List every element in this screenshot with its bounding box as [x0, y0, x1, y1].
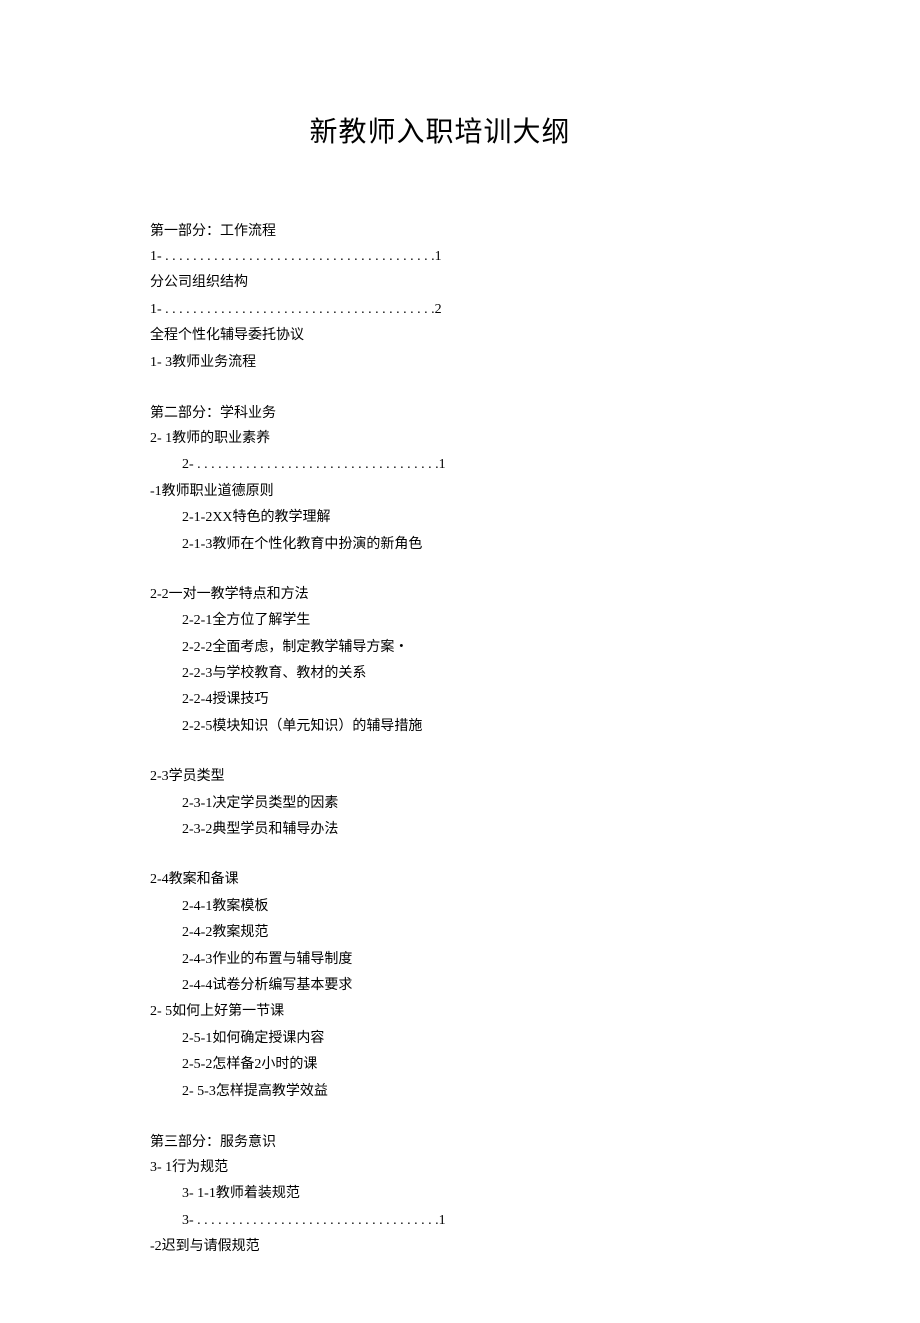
part3-heading: 第三部分：服务意识 [150, 1131, 770, 1151]
toc-item: 分公司组织结构 [150, 272, 770, 294]
toc-item: 2-1-2XX特色的教学理解 [150, 507, 770, 529]
toc-item: 2-3-1决定学员类型的因素 [150, 793, 770, 815]
toc-item: 2-2-1全方位了解学生 [150, 610, 770, 632]
part2-heading: 第二部分：学科业务 [150, 402, 770, 422]
toc-item: 2-4-3作业的布置与辅导制度 [150, 949, 770, 971]
toc-item: 3- 1-1教师着装规范 [150, 1183, 770, 1205]
toc-item: 2-3学员类型 [150, 766, 770, 788]
document-title: 新教师入职培训大纲 [110, 110, 770, 150]
toc-item: 2-4教案和备课 [150, 869, 770, 891]
toc-item: -2迟到与请假规范 [150, 1236, 770, 1258]
toc-item: -1教师职业道德原则 [150, 481, 770, 503]
toc-item: 3- 1行为规范 [150, 1157, 770, 1179]
toc-item: 2-2-4授课技巧 [150, 689, 770, 711]
toc-item: 2-1-3教师在个性化教育中扮演的新角色 [150, 534, 770, 556]
toc-item: 2- 1教师的职业素养 [150, 428, 770, 450]
toc-item: 2-4-4试卷分析编写基本要求 [150, 975, 770, 997]
toc-item: 2-4-1教案模板 [150, 896, 770, 918]
toc-item: 2- . . . . . . . . . . . . . . . . . . .… [150, 454, 770, 476]
document-page: 新教师入职培训大纲 第一部分：工作流程 1- . . . . . . . . .… [0, 0, 920, 1323]
toc-item: 1- . . . . . . . . . . . . . . . . . . .… [150, 299, 770, 321]
toc-item: 2-5-2怎样备2小时的课 [150, 1054, 770, 1076]
toc-item: 1- 3教师业务流程 [150, 352, 770, 374]
part1-heading: 第一部分：工作流程 [150, 220, 770, 240]
toc-item: 1- . . . . . . . . . . . . . . . . . . .… [150, 246, 770, 268]
toc-item: 3- . . . . . . . . . . . . . . . . . . .… [150, 1210, 770, 1232]
toc-item: 全程个性化辅导委托协议 [150, 325, 770, 347]
toc-item: 2-5-1如何确定授课内容 [150, 1028, 770, 1050]
toc-item: 2-2-2全面考虑，制定教学辅导方案・ [150, 637, 770, 659]
toc-item: 2-4-2教案规范 [150, 922, 770, 944]
toc-item: 2- 5-3怎样提高教学效益 [150, 1081, 770, 1103]
toc-item: 2- 5如何上好第一节课 [150, 1001, 770, 1023]
toc-item: 2-2-5模块知识（单元知识）的辅导措施 [150, 716, 770, 738]
toc-item: 2-3-2典型学员和辅导办法 [150, 819, 770, 841]
toc-item: 2-2-3与学校教育、教材的关系 [150, 663, 770, 685]
toc-item: 2-2一对一教学特点和方法 [150, 584, 770, 606]
